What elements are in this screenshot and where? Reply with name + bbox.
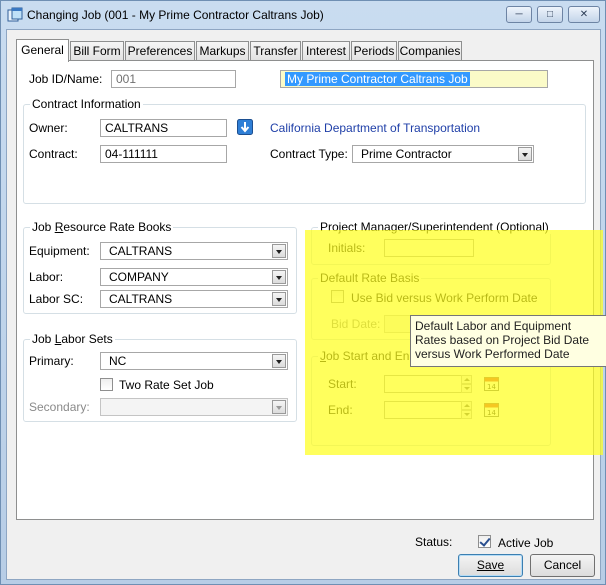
svg-text:14: 14 — [487, 383, 496, 391]
contract-type-select[interactable]: Prime Contractor — [352, 145, 534, 163]
arrow-down-icon[interactable] — [237, 119, 253, 135]
job-name-input[interactable]: My Prime Contractor Caltrans Job — [280, 70, 548, 88]
contract-input[interactable]: 04-111111 — [100, 145, 227, 163]
primary-dropdown-button[interactable] — [272, 354, 286, 368]
start-date-spinner[interactable] — [461, 375, 472, 393]
owner-input[interactable]: CALTRANS — [100, 119, 227, 137]
two-rate-set-label[interactable]: Two Rate Set Job — [119, 378, 214, 392]
end-date-input[interactable] — [384, 401, 462, 419]
dialog-window: Changing Job (001 - My Prime Contractor … — [0, 0, 606, 585]
tab-general[interactable]: General — [16, 39, 69, 62]
tab-transfer[interactable]: Transfer — [250, 41, 301, 60]
labor-select[interactable]: COMPANY — [100, 268, 288, 286]
initials-label: Initials: — [328, 241, 366, 255]
equipment-dropdown-button[interactable] — [272, 244, 286, 258]
job-id-label: Job ID/Name: — [29, 72, 103, 86]
contract-type-value: Prime Contractor — [361, 147, 452, 161]
dialog-client: General Bill Form Preferences Markups Tr… — [6, 29, 601, 580]
maximize-button[interactable]: □ — [537, 6, 563, 23]
cancel-button[interactable]: Cancel — [530, 554, 595, 577]
calendar-icon[interactable]: 14 — [484, 402, 499, 417]
labor-sets-group: Job Labor Sets Primary: NC Two Rate Set … — [23, 332, 297, 422]
primary-select[interactable]: NC — [100, 352, 288, 370]
minimize-button[interactable]: ─ — [506, 6, 532, 23]
end-date-spinner[interactable] — [461, 401, 472, 419]
job-dates-title: Job Start and En — [318, 349, 412, 363]
labor-sc-select[interactable]: CALTRANS — [100, 290, 288, 308]
active-job-checkbox[interactable] — [478, 535, 491, 548]
tab-preferences[interactable]: Preferences — [125, 41, 195, 60]
labor-sc-value: CALTRANS — [109, 292, 173, 306]
labor-sc-dropdown-button[interactable] — [272, 292, 286, 306]
rate-basis-tooltip: Default Labor and Equipment Rates based … — [410, 315, 606, 367]
use-bid-date-checkbox[interactable] — [331, 290, 344, 303]
primary-value: NC — [109, 354, 127, 368]
labor-sets-title: Job Labor Sets — [30, 332, 115, 346]
start-label: Start: — [328, 377, 357, 391]
job-dates-group: Job Start and En Start: 14 End: 14 — [311, 349, 551, 446]
labor-sc-label: Labor SC: — [29, 292, 84, 306]
close-button[interactable]: ✕ — [568, 6, 600, 23]
project-manager-title: Project Manager/Superintendent (Optional… — [318, 220, 551, 234]
tab-periods[interactable]: Periods — [351, 41, 397, 60]
default-rate-basis-title: Default Rate Basis — [318, 271, 422, 285]
active-job-label[interactable]: Active Job — [498, 536, 553, 550]
contract-type-label: Contract Type: — [270, 147, 348, 161]
contract-information-group: Contract Information Owner: CALTRANS Cal… — [23, 97, 586, 204]
job-name-selected-text: My Prime Contractor Caltrans Job — [285, 72, 470, 86]
project-manager-group: Project Manager/Superintendent (Optional… — [311, 220, 551, 265]
use-bid-date-label[interactable]: Use Bid versus Work Perform Date — [351, 291, 538, 305]
equipment-select[interactable]: CALTRANS — [100, 242, 288, 260]
rate-books-group: Job Resource Rate Books Equipment: CALTR… — [23, 220, 297, 314]
owner-label: Owner: — [29, 121, 68, 135]
secondary-dropdown-button[interactable] — [272, 400, 286, 414]
save-button[interactable]: Save — [458, 554, 523, 577]
calendar-icon[interactable]: 14 — [484, 376, 499, 391]
start-date-input[interactable] — [384, 375, 462, 393]
labor-value: COMPANY — [109, 270, 169, 284]
primary-label: Primary: — [29, 354, 74, 368]
rate-books-title: Job Resource Rate Books — [30, 220, 174, 234]
svg-text:14: 14 — [487, 409, 496, 417]
secondary-label: Secondary: — [29, 400, 90, 414]
labor-label: Labor: — [29, 270, 64, 284]
general-tab-panel: Job ID/Name: 001 My Prime Contractor Cal… — [16, 60, 594, 550]
secondary-select[interactable] — [100, 398, 288, 416]
status-label: Status: — [415, 535, 453, 549]
contract-label: Contract: — [29, 147, 78, 161]
two-rate-set-checkbox[interactable] — [100, 378, 113, 391]
labor-dropdown-button[interactable] — [272, 270, 286, 284]
save-button-label: Save — [476, 558, 505, 572]
title-bar[interactable]: Changing Job (001 - My Prime Contractor … — [1, 1, 605, 29]
tab-companies[interactable]: Companies — [398, 41, 462, 60]
bid-date-label: Bid Date: — [331, 317, 381, 331]
window-title: Changing Job (001 - My Prime Contractor … — [27, 8, 324, 22]
equipment-label: Equipment: — [29, 244, 90, 258]
tab-bill-form[interactable]: Bill Form — [70, 41, 124, 60]
end-label: End: — [328, 403, 353, 417]
tab-interest[interactable]: Interest — [302, 41, 350, 60]
app-window-icon — [7, 7, 23, 22]
contract-type-dropdown-button[interactable] — [518, 147, 532, 161]
contract-information-title: Contract Information — [30, 97, 143, 111]
initials-input[interactable] — [384, 239, 474, 257]
job-id-input[interactable]: 001 — [111, 70, 236, 88]
tab-markups[interactable]: Markups — [196, 41, 249, 60]
equipment-value: CALTRANS — [109, 244, 173, 258]
owner-name-link[interactable]: California Department of Transportation — [270, 121, 480, 135]
